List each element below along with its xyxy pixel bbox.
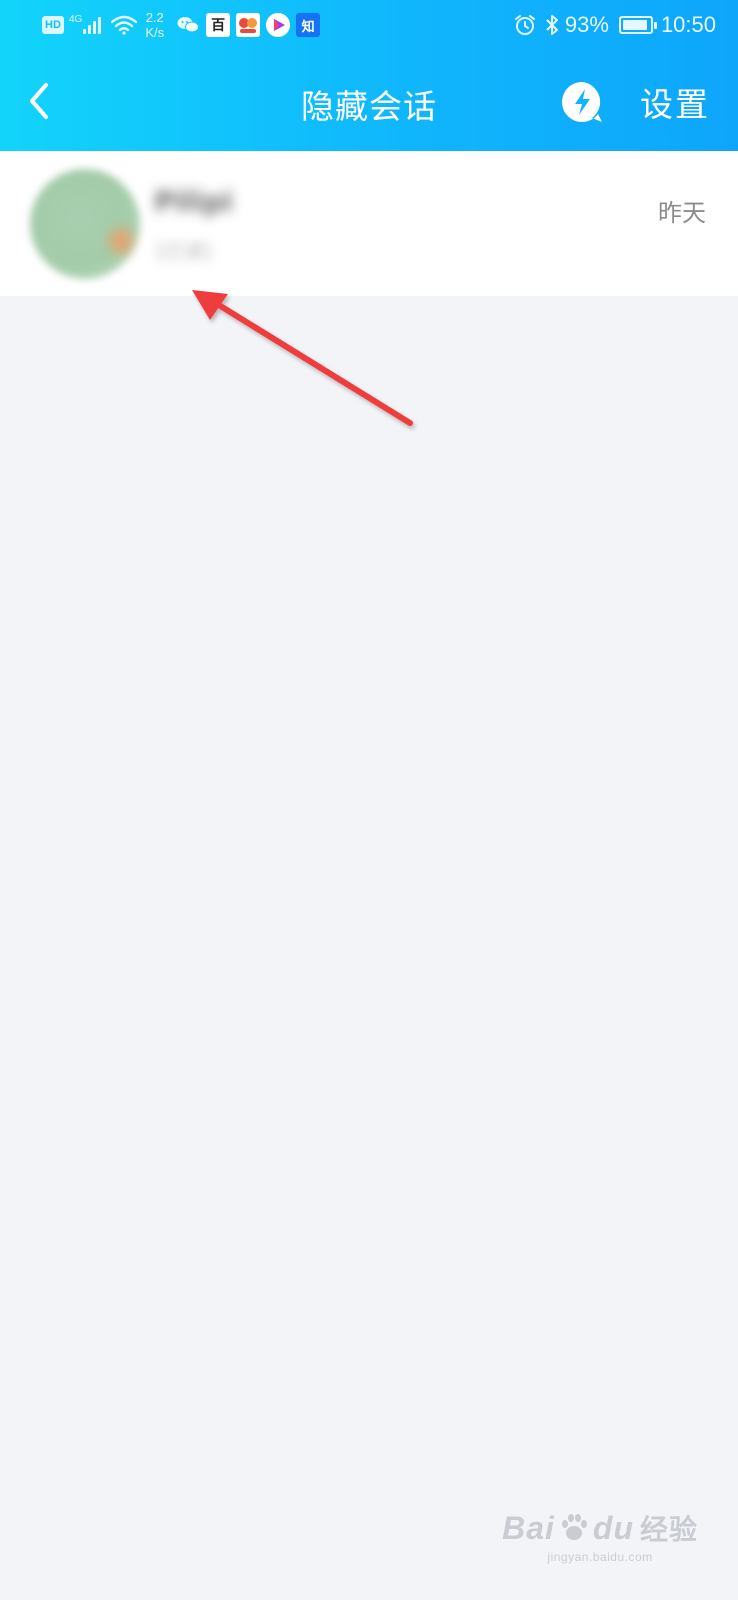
watermark-brand-suffix: du	[592, 1509, 634, 1546]
wechat-icon	[177, 17, 200, 33]
baidu-watermark: Bai du 经验 jingyan.baidu.com	[502, 1508, 698, 1565]
network-type: 4G	[69, 13, 83, 25]
status-left: HD 4G 2.2 K/s 百 知	[42, 10, 321, 40]
battery-fill	[622, 20, 648, 30]
baidu-icon: 百	[206, 13, 231, 37]
video-player-icon	[266, 13, 291, 37]
watermark-brand: Bai	[502, 1509, 555, 1546]
battery-icon	[618, 16, 657, 34]
alarm-icon	[514, 15, 535, 35]
conversation-time: 昨天	[658, 199, 706, 227]
hd-badge: HD	[42, 16, 64, 34]
avatar	[30, 169, 140, 279]
bluetooth-icon	[546, 15, 558, 35]
wifi-icon	[111, 15, 138, 35]
speed-value: 2.2	[145, 10, 164, 25]
paw-icon	[561, 1514, 587, 1540]
status-right: 93% 10:50	[513, 10, 716, 40]
zhihu-icon: 知	[296, 13, 321, 37]
battery-percent: 93%	[564, 12, 609, 37]
conversation-preview: [已读]	[156, 239, 212, 263]
settings-button[interactable]: 设置	[640, 78, 710, 126]
status-bar: HD 4G 2.2 K/s 百 知 93% 10:50	[0, 0, 738, 50]
conversation-name: Pilipi	[154, 185, 233, 218]
signal-icon	[83, 16, 103, 34]
network-speed: 2.2 K/s	[145, 10, 164, 40]
toutiao-icon	[236, 13, 261, 37]
clock: 10:50	[660, 12, 716, 37]
watermark-cn: 经验	[639, 1514, 698, 1545]
annotation-arrow	[192, 290, 413, 426]
header: HD 4G 2.2 K/s 百 知 93% 10:50 隐藏会话 设置	[0, 0, 738, 151]
speed-unit: K/s	[145, 25, 165, 40]
page-title: 隐藏会话	[301, 87, 437, 126]
conversation-list: Pilipi [已读] 昨天	[0, 151, 738, 296]
watermark-logo: Bai du 经验	[502, 1508, 698, 1548]
lightning-bubble-icon[interactable]	[560, 80, 604, 124]
watermark-url: jingyan.baidu.com	[547, 1550, 653, 1564]
